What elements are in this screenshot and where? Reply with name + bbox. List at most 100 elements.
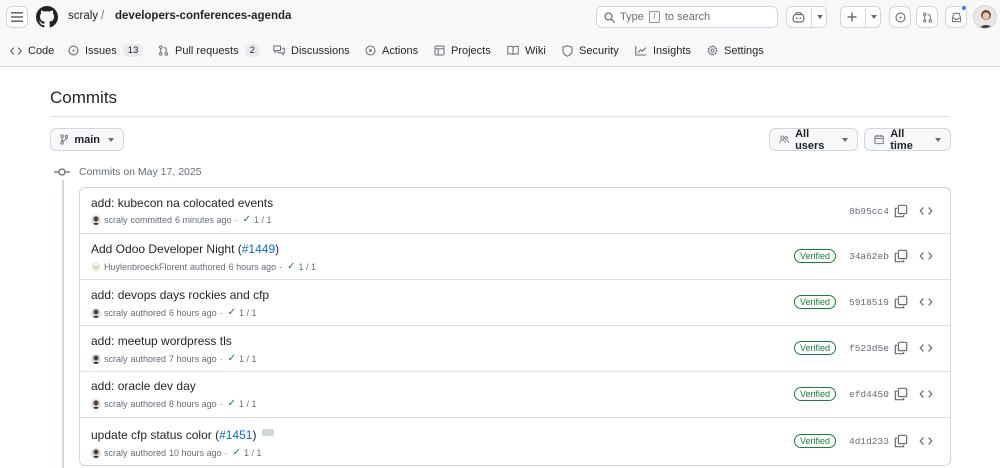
author-avatar[interactable] bbox=[91, 447, 101, 458]
breadcrumb-owner-link[interactable]: scraly bbox=[68, 10, 98, 22]
check-icon[interactable]: ✓ bbox=[287, 261, 295, 272]
browse-code-icon[interactable] bbox=[919, 434, 933, 448]
create-new-button[interactable] bbox=[840, 6, 881, 28]
commit-author[interactable]: scraly bbox=[104, 399, 128, 409]
checks-count[interactable]: 1 / 1 bbox=[239, 354, 257, 364]
author-avatar[interactable] bbox=[91, 307, 101, 318]
copy-icon[interactable] bbox=[894, 295, 908, 309]
copy-icon[interactable] bbox=[894, 204, 908, 218]
commit-sha[interactable]: 8b95cc4 bbox=[849, 206, 889, 217]
tab-actions[interactable]: Actions bbox=[365, 35, 418, 66]
commit-list: add: kubecon na colocated events scraly … bbox=[79, 187, 951, 466]
tab-discussions[interactable]: Discussions bbox=[273, 35, 350, 66]
commit-message[interactable]: update cfp status color (#1451) bbox=[91, 428, 275, 442]
check-icon[interactable]: ✓ bbox=[228, 398, 236, 409]
commit-title[interactable]: Add Odoo Developer Night ( bbox=[91, 242, 242, 256]
comment-discussion-icon bbox=[273, 45, 285, 56]
commit-message[interactable]: add: meetup wordpress tls bbox=[91, 334, 232, 348]
copy-icon[interactable] bbox=[894, 249, 908, 263]
users-filter-button[interactable]: All users bbox=[769, 127, 858, 152]
breadcrumb-repo-link[interactable]: developers-conferences-agenda bbox=[115, 10, 291, 22]
check-icon[interactable]: ✓ bbox=[228, 353, 236, 364]
commit-title[interactable]: add: kubecon na colocated events bbox=[91, 196, 273, 210]
author-avatar[interactable] bbox=[91, 353, 101, 364]
code-icon bbox=[10, 46, 22, 55]
author-avatar[interactable] bbox=[91, 398, 101, 409]
browse-code-icon[interactable] bbox=[919, 387, 933, 401]
copy-icon[interactable] bbox=[894, 434, 908, 448]
tab-settings[interactable]: Settings bbox=[707, 35, 764, 66]
tab-pull-requests[interactable]: Pull requests 2 bbox=[158, 35, 260, 66]
verified-badge[interactable]: Verified bbox=[794, 387, 837, 401]
pull-request-link[interactable]: #1449 bbox=[242, 242, 275, 256]
menu-button[interactable] bbox=[6, 6, 28, 28]
commit-title[interactable]: add: devops days rockies and cfp bbox=[91, 288, 269, 302]
copy-icon[interactable] bbox=[894, 341, 908, 355]
commit-author[interactable]: scraly bbox=[104, 215, 128, 225]
check-icon[interactable]: ✓ bbox=[233, 447, 241, 458]
commit-author[interactable]: scraly bbox=[104, 448, 128, 458]
verified-badge[interactable]: Verified bbox=[794, 341, 837, 355]
browse-code-icon[interactable] bbox=[919, 295, 933, 309]
browse-code-icon[interactable] bbox=[919, 204, 933, 218]
tab-security[interactable]: Security bbox=[562, 35, 619, 66]
verified-badge[interactable]: Verified bbox=[794, 434, 837, 448]
checks-count[interactable]: 1 / 1 bbox=[254, 215, 272, 225]
check-icon[interactable]: ✓ bbox=[228, 307, 236, 318]
author-avatar[interactable] bbox=[91, 261, 101, 272]
pull-request-link[interactable]: #1451 bbox=[219, 428, 252, 442]
issue-opened-icon bbox=[894, 11, 906, 23]
chevron-down-icon bbox=[935, 137, 941, 142]
tab-label: Code bbox=[28, 44, 55, 57]
checks-count[interactable]: 1 / 1 bbox=[239, 308, 257, 318]
branch-selector-button[interactable]: main bbox=[50, 128, 124, 151]
your-pull-requests-button[interactable] bbox=[916, 6, 938, 28]
commit-title[interactable]: add: meetup wordpress tls bbox=[91, 334, 232, 348]
commit-message[interactable]: add: kubecon na colocated events bbox=[91, 196, 273, 210]
checks-count[interactable]: 1 / 1 bbox=[299, 262, 317, 272]
commit-author[interactable]: HuylenbroeckFlorent bbox=[104, 262, 187, 272]
commit-author[interactable]: scraly bbox=[104, 354, 128, 364]
github-logo-icon[interactable] bbox=[36, 6, 58, 28]
commit-message[interactable]: add: devops days rockies and cfp bbox=[91, 288, 269, 302]
expand-description-button[interactable] bbox=[262, 429, 275, 437]
tab-projects[interactable]: Projects bbox=[434, 35, 491, 66]
your-issues-button[interactable] bbox=[889, 6, 911, 28]
commit-sha[interactable]: 4d1d233 bbox=[849, 436, 889, 447]
verified-badge[interactable]: Verified bbox=[794, 249, 837, 263]
commit-title[interactable]: add: oracle dev day bbox=[91, 379, 196, 393]
commit-sha[interactable]: f523d5e bbox=[849, 343, 889, 354]
commit-message[interactable]: Add Odoo Developer Night (#1449) bbox=[91, 242, 279, 256]
commit-author[interactable]: scraly bbox=[104, 308, 128, 318]
tab-issues[interactable]: Issues 13 bbox=[68, 35, 144, 66]
copilot-button-group[interactable] bbox=[786, 6, 827, 28]
commit-sha[interactable]: 5918519 bbox=[849, 297, 889, 308]
tab-insights[interactable]: Insights bbox=[635, 35, 691, 66]
tab-code[interactable]: Code bbox=[10, 35, 54, 66]
time-filter-button[interactable]: All time bbox=[864, 128, 951, 152]
commit-time: 6 hours ago bbox=[169, 307, 217, 318]
author-avatar[interactable] bbox=[91, 214, 101, 225]
tab-wiki[interactable]: Wiki bbox=[507, 35, 546, 66]
browse-code-icon[interactable] bbox=[919, 249, 933, 263]
commit-row: Add Odoo Developer Night (#1449) Huylenb… bbox=[80, 234, 950, 280]
checks-count[interactable]: 1 / 1 bbox=[239, 399, 257, 409]
verified-badge[interactable]: Verified bbox=[794, 295, 837, 309]
browse-code-icon[interactable] bbox=[919, 341, 933, 355]
commit-action: authored bbox=[130, 398, 167, 409]
users-filter-label: All users bbox=[795, 127, 825, 152]
user-avatar[interactable] bbox=[973, 5, 997, 29]
calendar-icon bbox=[874, 134, 884, 145]
commit-message[interactable]: add: oracle dev day bbox=[91, 379, 196, 393]
commit-sha[interactable]: 34a62eb bbox=[849, 251, 889, 262]
commit-sha[interactable]: efd4450 bbox=[849, 389, 889, 400]
commit-row: add: devops days rockies and cfp scraly … bbox=[80, 280, 950, 326]
commit-action: authored bbox=[130, 353, 167, 364]
check-icon[interactable]: ✓ bbox=[243, 214, 251, 225]
copy-icon[interactable] bbox=[894, 387, 908, 401]
search-input[interactable]: Type / to search bbox=[596, 6, 778, 28]
meta-separator: · bbox=[279, 261, 283, 272]
checks-count[interactable]: 1 / 1 bbox=[244, 448, 262, 458]
commit-title[interactable]: update cfp status color ( bbox=[91, 428, 219, 442]
hamburger-icon bbox=[11, 12, 23, 22]
